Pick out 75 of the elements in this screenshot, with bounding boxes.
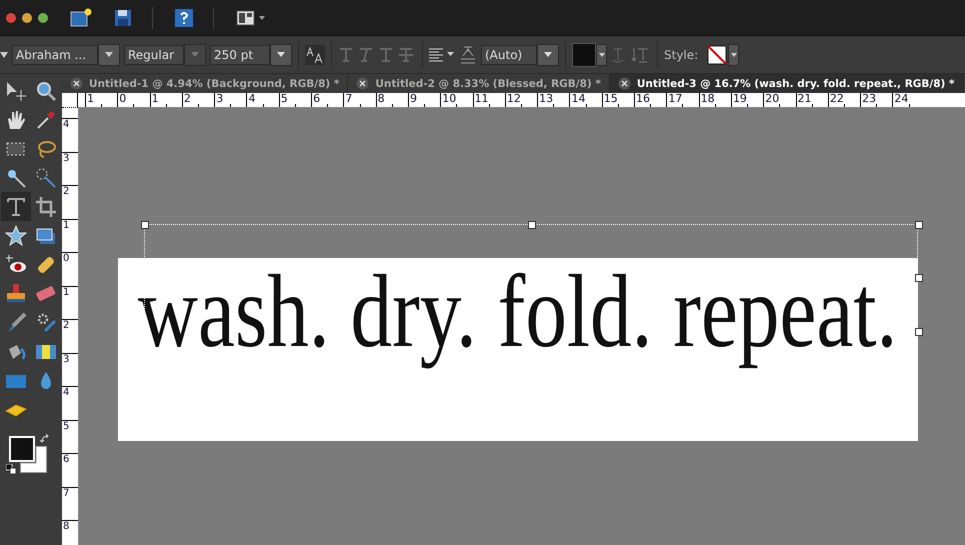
dropdown-button[interactable]: [596, 44, 607, 66]
move-icon: [5, 80, 27, 102]
dropdown-button[interactable]: [537, 44, 559, 66]
selection-brush-icon: [35, 166, 57, 188]
align-icon[interactable]: [429, 48, 455, 62]
ruler-number: 3: [62, 352, 78, 386]
ruler-number: 7: [62, 486, 78, 520]
close-icon[interactable]: [618, 77, 631, 90]
close-icon[interactable]: [356, 77, 370, 90]
ruler-number: 8: [62, 520, 78, 545]
ruler-number: 3: [62, 152, 78, 185]
document-tab[interactable]: Untitled-3 @ 16.7% (wash. dry. fold. repeat., RGB/8) *: [610, 74, 964, 93]
ruler-origin[interactable]: [62, 93, 78, 108]
background-color-swatch[interactable]: [20, 446, 47, 473]
font-style-field[interactable]: Regular: [124, 44, 184, 64]
caret-icon: [105, 52, 113, 57]
foreground-color-swatch[interactable]: [9, 436, 35, 462]
brush-icon: [5, 312, 27, 334]
type-icon: [5, 196, 27, 218]
no-style-swatch-icon[interactable]: [706, 44, 728, 66]
ruler-number: 16: [634, 93, 666, 107]
ruler-number: 4: [62, 386, 78, 420]
ruler-number: 9: [408, 93, 440, 107]
close-window-button[interactable]: [6, 12, 16, 22]
anti-alias-icon[interactable]: [305, 44, 325, 64]
swap-colors-icon[interactable]: [40, 434, 50, 444]
ruler-number: 2: [62, 319, 78, 352]
ruler-number: 2: [62, 185, 78, 218]
minimize-window-button[interactable]: [22, 12, 32, 22]
caret-icon[interactable]: [0, 52, 8, 58]
hand-icon: [5, 108, 27, 130]
style-label: Style:: [664, 48, 698, 62]
transform-handle[interactable]: [915, 274, 923, 282]
default-colors-icon[interactable]: [6, 464, 16, 474]
ruler-number: 6: [311, 93, 344, 107]
dropdown-button[interactable]: [270, 44, 292, 66]
eyedropper-icon: [35, 108, 57, 130]
font-size-field[interactable]: 250 pt: [210, 44, 270, 64]
close-icon[interactable]: [70, 77, 83, 90]
leading-field[interactable]: (Auto): [481, 44, 537, 64]
transform-handle[interactable]: [141, 221, 149, 229]
ruler-number: 3: [214, 93, 246, 107]
dropdown-button[interactable]: [728, 44, 740, 66]
new-document-icon[interactable]: [70, 8, 92, 28]
ruler-number: 4: [62, 118, 78, 152]
ruler-number: 1: [85, 93, 118, 107]
transform-handle[interactable]: [528, 221, 536, 229]
caret-icon: [730, 52, 737, 56]
save-icon[interactable]: [114, 8, 132, 26]
zoom-window-button[interactable]: [38, 12, 48, 22]
text-color-swatch[interactable]: [572, 42, 596, 66]
tool-button[interactable]: [1, 192, 31, 221]
dropdown-button[interactable]: [98, 44, 120, 66]
transform-handle[interactable]: [915, 221, 923, 229]
crop-icon: [35, 196, 57, 218]
layout-icon[interactable]: [236, 10, 266, 26]
leading-icon[interactable]: [459, 46, 477, 64]
ruler-number: 1: [62, 286, 78, 319]
search-icon: [35, 80, 57, 102]
ruler-number: 1: [62, 218, 78, 252]
ruler-number: 23: [860, 93, 892, 107]
font-family-field[interactable]: Abraham ...: [12, 44, 98, 64]
ruler-number: 6: [62, 453, 78, 486]
caret-icon: [191, 52, 199, 57]
caret-icon: [277, 52, 285, 57]
ruler-number: 0: [62, 252, 78, 286]
ruler-number: 13: [537, 93, 570, 107]
stamp-icon: [5, 282, 27, 304]
star-icon: [5, 224, 27, 246]
transform-handle[interactable]: [915, 328, 923, 336]
ruler-number: 5: [62, 420, 78, 453]
caret-icon: [544, 52, 552, 57]
document-text[interactable]: wash. dry. fold. repeat.: [138, 244, 898, 441]
help-icon[interactable]: [175, 8, 193, 26]
caret-icon: [598, 52, 604, 56]
